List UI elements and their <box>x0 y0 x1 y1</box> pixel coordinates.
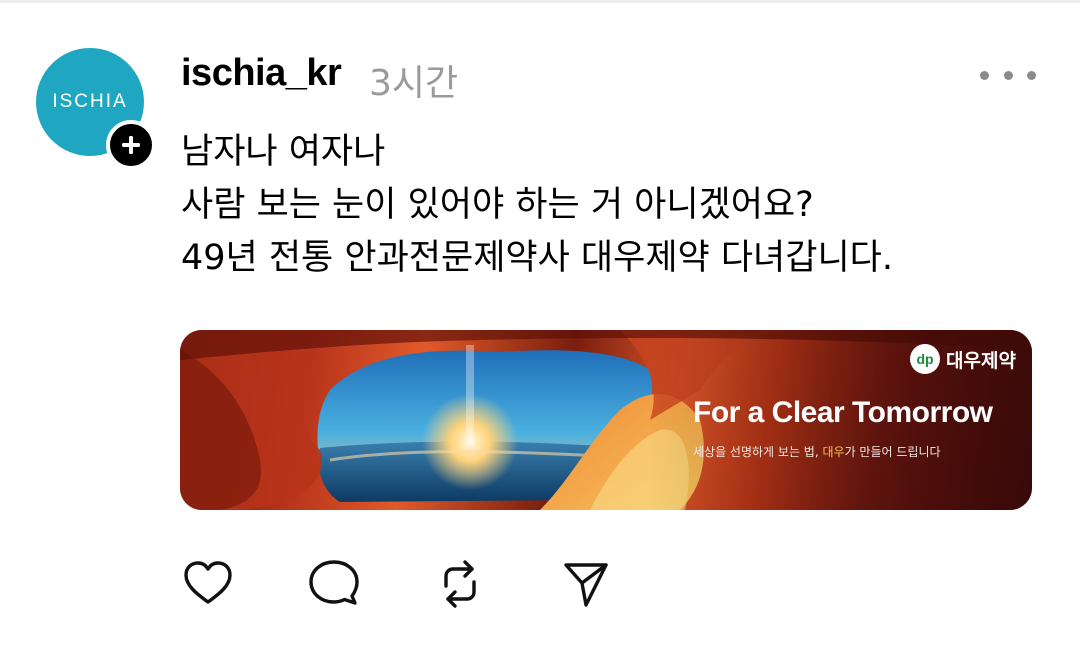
plus-icon <box>122 136 140 154</box>
repost-icon <box>444 560 476 608</box>
ad-banner-image[interactable]: dp 대우제약 For a Clear Tomorrow 세상을 선명하게 보는… <box>180 330 1032 510</box>
like-button[interactable] <box>180 556 236 612</box>
repost-button[interactable] <box>432 556 488 612</box>
dp-logo-icon: dp <box>910 344 940 374</box>
share-button[interactable] <box>558 556 614 612</box>
avatar-logo-text: ISCHIA <box>52 91 128 112</box>
follow-button[interactable] <box>106 120 156 170</box>
more-horizontal-icon <box>1027 70 1036 80</box>
banner-tagline: 세상을 선명하게 보는 법, 대우가 만들어 드립니다 <box>693 443 941 460</box>
banner-tagline-text-end: 가 만들어 드립니다 <box>844 445 941 459</box>
send-icon <box>564 563 608 607</box>
banner-headline: For a Clear Tomorrow <box>693 396 993 429</box>
more-options-button[interactable] <box>980 60 1036 90</box>
banner-brand-name: 대우제약 <box>946 349 1016 372</box>
more-horizontal-icon <box>1003 70 1013 80</box>
post-body: 남자나 여자나 사람 보는 눈이 있어야 하는 거 아니겠어요? 49년 전통 … <box>181 126 893 285</box>
post-body-line: 49년 전통 안과전문제약사 대우제약 다녀갑니다. <box>181 238 893 278</box>
more-horizontal-icon <box>980 70 989 80</box>
banner-tagline-text: 세상을 선명하게 보는 법, <box>693 445 823 459</box>
avatar[interactable]: ISCHIA <box>36 48 156 170</box>
post-body-line: 사람 보는 눈이 있어야 하는 거 아니겠어요? <box>181 185 814 225</box>
heart-icon <box>184 561 232 604</box>
comment-icon <box>309 560 359 605</box>
username[interactable]: ischia_kr <box>181 52 342 95</box>
banner-brand-logo: dp 대우제약 <box>910 344 1016 374</box>
post-body-line: 남자나 여자나 <box>181 132 386 172</box>
dp-logo-text: dp <box>916 351 934 367</box>
timestamp: 3시간 <box>369 63 459 104</box>
top-divider <box>0 0 1080 3</box>
banner-tagline-brand: 대우 <box>822 445 845 459</box>
comment-button[interactable] <box>306 556 362 612</box>
